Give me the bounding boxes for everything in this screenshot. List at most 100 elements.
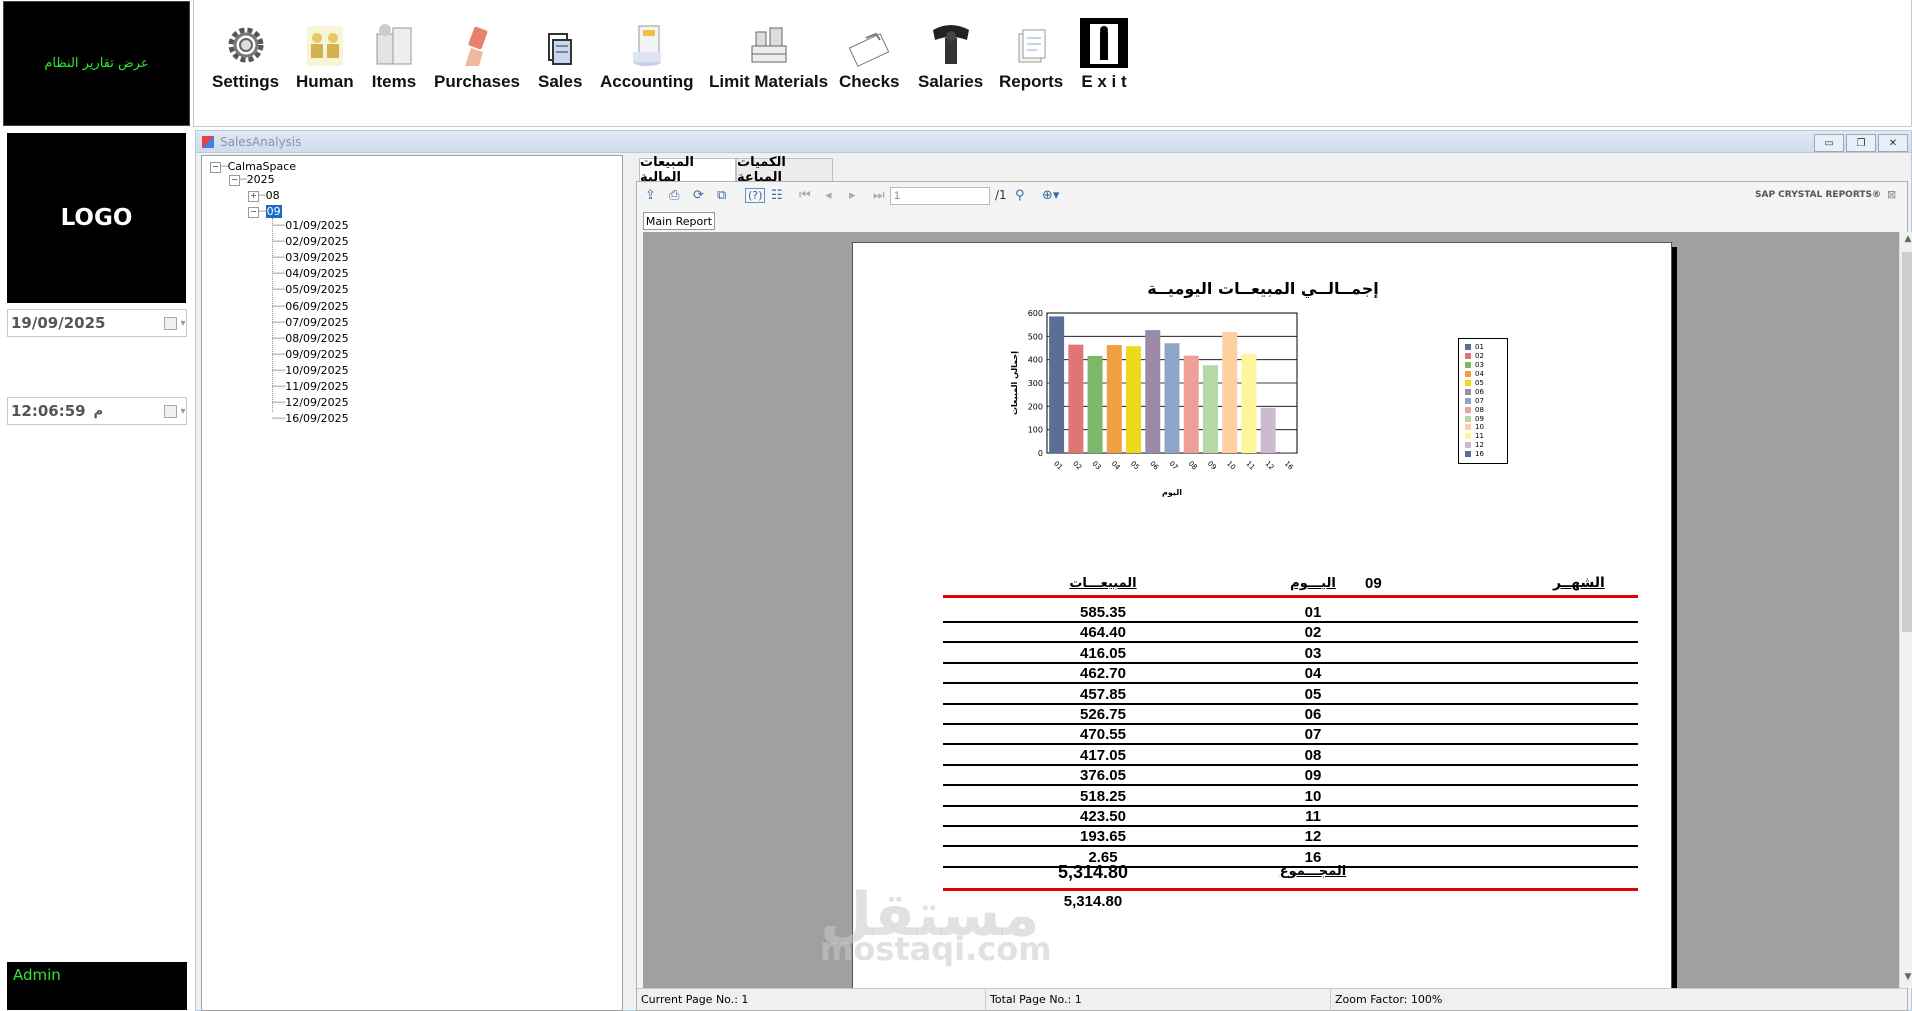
- toolbar-settings-button[interactable]: Settings: [212, 16, 279, 92]
- tree-node-label: 09/09/2025: [285, 347, 349, 361]
- binoculars-icon[interactable]: ⚲: [1015, 188, 1025, 203]
- window-title: SalesAnalysis: [220, 134, 302, 149]
- tree-node-label: 16/09/2025: [285, 412, 349, 426]
- legend-item: 05: [1465, 379, 1507, 388]
- scroll-up-icon[interactable]: ▲: [1902, 234, 1912, 246]
- bar: [1087, 355, 1103, 453]
- toolbar-sales-button[interactable]: Sales: [538, 16, 582, 92]
- x-tick-label: 08: [1187, 460, 1199, 472]
- zoom-icon[interactable]: ⊕▾: [1042, 188, 1059, 203]
- time-picker[interactable]: 12:06:59 م ▾: [7, 397, 187, 425]
- toolbar-exit-button[interactable]: E x i t: [1080, 16, 1128, 92]
- legend-label: 01: [1475, 343, 1484, 352]
- tree-node-month-08[interactable]: + ─08: [248, 189, 280, 203]
- tree-node-day[interactable]: ──02/09/2025: [272, 235, 349, 249]
- legend-label: 09: [1475, 414, 1484, 423]
- sales-analysis-window: SalesAnalysis ▭ ❐ ✕ − ─CalmaSpace − ─2025 …: [195, 130, 1912, 1011]
- report-row: 585.35 01: [943, 601, 1638, 623]
- tree-node-day[interactable]: ──07/09/2025: [272, 316, 349, 330]
- legend-item: 04: [1465, 370, 1507, 379]
- toolbar-checks-button[interactable]: Checks: [839, 16, 899, 92]
- x-tick-label: 16: [1283, 460, 1295, 472]
- group-tree-icon[interactable]: ☷: [771, 188, 783, 203]
- month-value: 09: [1365, 575, 1382, 592]
- time-suffix: م: [93, 403, 104, 419]
- tree-node-day[interactable]: ──10/09/2025: [272, 364, 349, 378]
- tree-node-day[interactable]: ──12/09/2025: [272, 396, 349, 410]
- legend-item: 08: [1465, 405, 1507, 414]
- tree-node-day[interactable]: ──01/09/2025: [272, 219, 349, 233]
- status-divider: [985, 989, 986, 1011]
- tree-node-day[interactable]: ──08/09/2025: [272, 332, 349, 346]
- last-page-icon[interactable]: ⏭: [873, 188, 885, 203]
- items-icon: [376, 24, 412, 65]
- collapse-icon[interactable]: −: [229, 174, 240, 186]
- tab-quantities-sold[interactable]: الكميات المباعة: [736, 155, 833, 185]
- collapse-icon[interactable]: −: [248, 206, 259, 218]
- accounting-icon: [632, 25, 661, 66]
- help-icon[interactable]: (?): [745, 188, 766, 203]
- legend-label: 08: [1475, 405, 1484, 414]
- copy-icon[interactable]: ⧉: [717, 188, 726, 203]
- legend-item: 02: [1465, 352, 1507, 361]
- date-picker[interactable]: 19/09/2025 ▾: [7, 309, 187, 337]
- legend-item: 01: [1465, 343, 1507, 352]
- legend-swatch: [1465, 415, 1471, 422]
- collapse-icon[interactable]: −: [210, 161, 221, 173]
- time-dropdown-button[interactable]: ▾: [164, 401, 186, 421]
- legend-swatch: [1465, 371, 1471, 378]
- window-restore-button[interactable]: ❐: [1846, 134, 1876, 152]
- tree-node-day[interactable]: ──06/09/2025: [272, 300, 349, 314]
- tree-node-day[interactable]: ──16/09/2025: [272, 412, 349, 426]
- refresh-icon[interactable]: ⟳: [693, 188, 704, 203]
- toolbar-label: Items: [371, 72, 417, 91]
- toolbar-purchases-button[interactable]: Purchases: [434, 16, 520, 92]
- toolbar-limit-materials-button[interactable]: Limit Materials: [709, 16, 828, 92]
- toolbar-reports-button[interactable]: Reports: [999, 16, 1063, 92]
- system-reports-button[interactable]: عرض تقارير النظام: [3, 1, 190, 126]
- tree-node-day[interactable]: ──09/09/2025: [272, 348, 349, 362]
- window-title-bar: SalesAnalysis ▭ ❐ ✕: [196, 131, 1911, 153]
- expand-icon[interactable]: +: [248, 190, 259, 202]
- row-day: 12: [1304, 828, 1322, 846]
- window-minimize-button[interactable]: ▭: [1814, 134, 1844, 152]
- legend-swatch: [1465, 353, 1471, 360]
- tab-financial-sales[interactable]: المبيعات المالية: [639, 155, 736, 185]
- first-page-icon[interactable]: ⏮: [799, 188, 811, 203]
- toolbar-accounting-button[interactable]: Accounting: [600, 16, 694, 92]
- y-tick-label: 100: [1028, 426, 1043, 435]
- print-icon[interactable]: ⎙: [669, 188, 679, 203]
- page-number-input[interactable]: [890, 187, 990, 205]
- tree-node-root[interactable]: − ─CalmaSpace: [210, 160, 296, 174]
- report-row: 416.05 03: [943, 642, 1638, 664]
- tree-node-day[interactable]: ──05/09/2025: [272, 283, 349, 297]
- tree-guide-line: [272, 218, 273, 412]
- sap-brand: SAP CRYSTAL REPORTS®: [1755, 190, 1881, 200]
- tree-node-day[interactable]: ──04/09/2025: [272, 267, 349, 281]
- tree-node-day[interactable]: ──03/09/2025: [272, 251, 349, 265]
- vertical-scrollbar[interactable]: ▲ ▼: [1899, 232, 1912, 988]
- row-day: 03: [1304, 644, 1322, 662]
- legend-item: 10: [1465, 423, 1507, 432]
- toolbar-salaries-button[interactable]: Salaries: [918, 16, 983, 92]
- toolbar-human-button[interactable]: Human: [296, 16, 354, 92]
- toolbar-items-button[interactable]: Items: [371, 16, 417, 92]
- next-page-icon[interactable]: ▸: [849, 188, 856, 203]
- toolbar-label: Settings: [212, 72, 280, 91]
- tree-node-day[interactable]: ──11/09/2025: [272, 380, 349, 394]
- export-icon[interactable]: ⇪: [645, 188, 656, 203]
- scroll-down-icon[interactable]: ▼: [1902, 972, 1912, 984]
- date-dropdown-button[interactable]: ▾: [164, 313, 186, 333]
- x-tick-label: 12: [1264, 460, 1276, 472]
- legend-item: 07: [1465, 396, 1507, 405]
- previous-page-icon[interactable]: ◂: [825, 188, 832, 203]
- legend-label: 05: [1475, 379, 1484, 387]
- bar: [1279, 452, 1295, 453]
- close-viewer-icon[interactable]: ⊠: [1887, 188, 1896, 201]
- tree-node-year[interactable]: − ─2025: [229, 173, 275, 187]
- main-report-tab[interactable]: Main Report: [643, 212, 715, 230]
- legend-label: 06: [1475, 387, 1484, 396]
- scroll-thumb[interactable]: [1902, 252, 1912, 632]
- tree-node-month-09[interactable]: − ─09: [248, 205, 282, 219]
- window-close-button[interactable]: ✕: [1878, 134, 1908, 152]
